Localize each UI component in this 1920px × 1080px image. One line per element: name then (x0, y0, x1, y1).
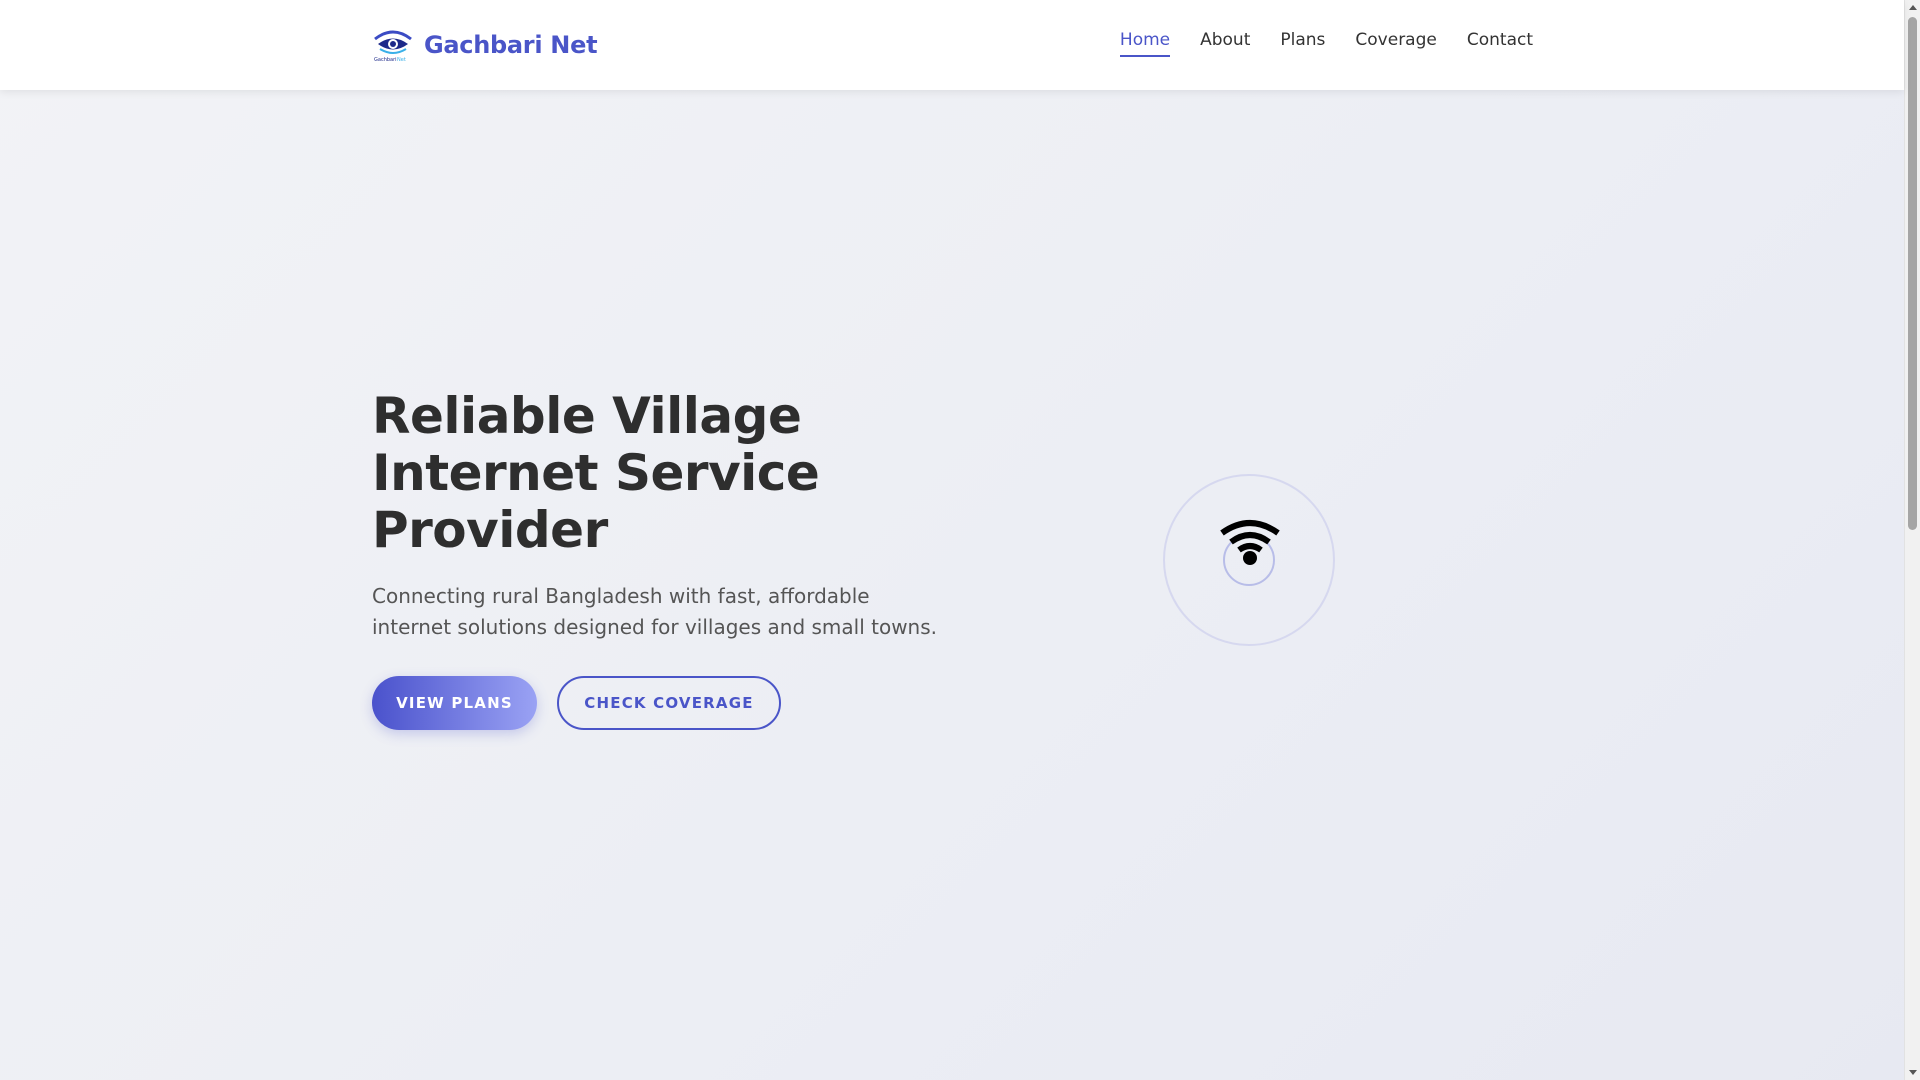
hero-subtitle: Connecting rural Bangladesh with fast, a… (372, 584, 938, 639)
view-plans-button[interactable]: VIEW PLANS (372, 676, 537, 730)
wifi-icon (1220, 519, 1280, 569)
svg-text:Net: Net (397, 57, 406, 63)
brand-name: Gachbari Net (424, 31, 598, 59)
main-nav: Home About Plans Coverage Contact (1090, 30, 1533, 57)
nav-item-about[interactable]: About (1200, 30, 1250, 54)
scroll-up-arrow-icon[interactable] (1909, 5, 1917, 10)
site-header: Gachbari Net Gachbari Net Home About Pla… (0, 0, 1904, 90)
wifi-graphic (1163, 474, 1335, 646)
hero-section: Reliable Village Internet Service Provid… (372, 388, 952, 730)
nav-item-coverage[interactable]: Coverage (1355, 30, 1436, 54)
svg-text:Gachbari: Gachbari (374, 57, 397, 63)
logo-icon: Gachbari Net (372, 27, 414, 63)
page: Gachbari Net Gachbari Net Home About Pla… (0, 0, 1904, 1080)
nav-item-plans[interactable]: Plans (1280, 30, 1325, 54)
scroll-down-arrow-icon[interactable] (1909, 1070, 1917, 1075)
check-coverage-button[interactable]: CHECK COVERAGE (557, 676, 781, 730)
scrollbar[interactable] (1904, 0, 1920, 1080)
nav-item-contact[interactable]: Contact (1467, 30, 1533, 54)
scroll-thumb[interactable] (1908, 17, 1917, 530)
brand[interactable]: Gachbari Net Gachbari Net (372, 22, 598, 68)
nav-item-home[interactable]: Home (1119, 30, 1171, 57)
hero-title: Reliable Village Internet Service Provid… (372, 387, 820, 559)
hero-buttons: VIEW PLANS CHECK COVERAGE (372, 676, 952, 730)
